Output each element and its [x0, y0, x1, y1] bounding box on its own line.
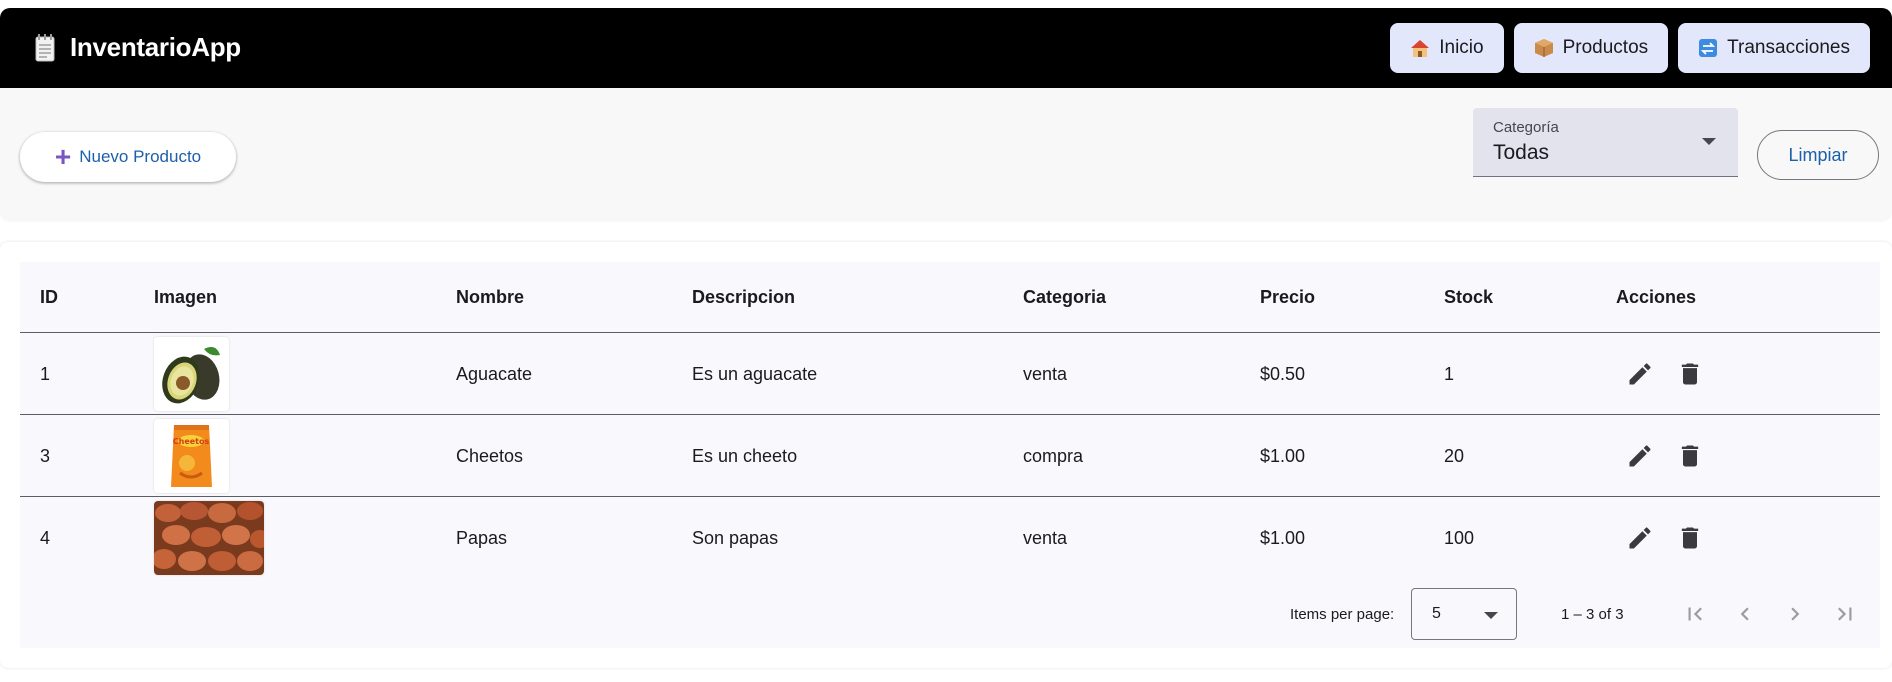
row-id: 3 [40, 446, 51, 466]
clear-button[interactable]: Limpiar [1757, 130, 1879, 180]
row-stock: 20 [1444, 446, 1465, 466]
paginator: Items per page: 5 1 – 3 of 3 [20, 578, 1880, 648]
navbar: InventarioApp Inicio Productos Transacci… [0, 8, 1892, 88]
row-name: Aguacate [456, 364, 533, 384]
brand[interactable]: InventarioApp [34, 32, 241, 63]
page-size-value: 5 [1432, 605, 1441, 622]
new-product-label: Nuevo Producto [79, 147, 202, 166]
svg-text:Cheetos: Cheetos [173, 437, 210, 446]
chevron-down-icon [1702, 138, 1716, 145]
nav-buttons: Inicio Productos Transacciones [1390, 23, 1870, 73]
row-name: Cheetos [456, 446, 524, 466]
plus-icon: + [54, 141, 72, 172]
first-page-icon[interactable] [1682, 601, 1708, 627]
clear-button-label: Limpiar [1788, 144, 1848, 165]
category-select-value: Todas [1493, 141, 1550, 164]
page-range-label: 1 – 3 of 3 [1561, 606, 1624, 623]
notepad-icon [34, 33, 56, 62]
delete-icon[interactable] [1676, 442, 1704, 470]
row-category: compra [1023, 446, 1084, 466]
chevron-down-icon [1484, 612, 1498, 619]
column-header-description[interactable]: Descripcion [692, 262, 795, 332]
nav-transacciones-label: Transacciones [1727, 37, 1850, 58]
column-header-stock[interactable]: Stock [1444, 262, 1493, 332]
toolbar: + Nuevo Producto Categoría Todas Limpiar [0, 88, 1892, 222]
product-image-potatoes [154, 501, 264, 575]
table-row: 3 Cheetos Cheetos Es un cheeto compra $1… [20, 415, 1880, 497]
items-per-page-label: Items per page: [1290, 606, 1395, 623]
row-name: Papas [456, 528, 508, 548]
last-page-icon[interactable] [1832, 601, 1858, 627]
delete-icon[interactable] [1676, 360, 1704, 388]
nav-productos-button[interactable]: Productos [1513, 23, 1669, 73]
nav-transacciones-button[interactable]: Transacciones [1678, 23, 1870, 73]
row-description: Son papas [692, 528, 779, 548]
row-category: venta [1023, 364, 1068, 384]
products-card: ID Imagen Nombre Descripcion Categoria P… [0, 242, 1892, 668]
transactions-icon [1698, 38, 1718, 58]
column-header-id[interactable]: ID [40, 262, 58, 332]
products-table: ID Imagen Nombre Descripcion Categoria P… [20, 262, 1880, 648]
row-description: Es un cheeto [692, 446, 798, 466]
column-header-image[interactable]: Imagen [154, 262, 217, 332]
column-header-category[interactable]: Categoria [1023, 262, 1106, 332]
new-product-button[interactable]: + Nuevo Producto [20, 132, 236, 182]
edit-icon[interactable] [1626, 360, 1654, 388]
nav-inicio-button[interactable]: Inicio [1390, 23, 1504, 73]
table-row: 1 Aguacate Es un aguacate venta $0.50 1 [20, 333, 1880, 415]
row-price: $1.00 [1260, 528, 1306, 548]
row-stock: 100 [1444, 528, 1475, 548]
row-price: $0.50 [1260, 364, 1306, 384]
edit-icon[interactable] [1626, 524, 1654, 552]
page-size-select[interactable]: 5 [1411, 588, 1517, 640]
table-row: 4 Papas Son papas venta $1.00 100 [20, 497, 1880, 579]
row-id: 4 [40, 528, 51, 548]
product-image-avocado [154, 337, 229, 411]
category-select[interactable]: Categoría Todas [1473, 108, 1738, 177]
delete-icon[interactable] [1676, 524, 1704, 552]
package-icon [1534, 38, 1554, 58]
row-category: venta [1023, 528, 1068, 548]
edit-icon[interactable] [1626, 442, 1654, 470]
row-price: $1.00 [1260, 446, 1306, 466]
row-description: Es un aguacate [692, 364, 818, 384]
column-header-price[interactable]: Precio [1260, 262, 1315, 332]
row-stock: 1 [1444, 364, 1455, 384]
house-icon [1410, 38, 1430, 58]
column-header-name[interactable]: Nombre [456, 262, 524, 332]
brand-title: InventarioApp [70, 32, 241, 62]
nav-inicio-label: Inicio [1439, 37, 1484, 58]
next-page-icon[interactable] [1782, 601, 1808, 627]
column-header-actions: Acciones [1616, 287, 1697, 307]
previous-page-icon[interactable] [1732, 601, 1758, 627]
product-image-cheetos: Cheetos [154, 419, 229, 493]
row-id: 1 [40, 364, 51, 384]
nav-productos-label: Productos [1562, 37, 1649, 58]
category-select-label: Categoría [1493, 119, 1559, 136]
